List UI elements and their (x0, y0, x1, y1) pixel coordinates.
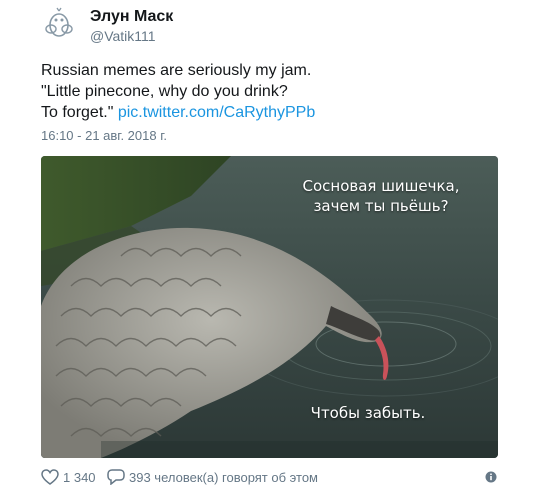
tweet-text-line-1: Russian memes are seriously my jam. (41, 62, 312, 79)
author-name[interactable]: Элун Маск (90, 8, 173, 26)
replies-text: 393 человек(а) говорят об этом (129, 469, 318, 485)
likes-count: 1 340 (63, 469, 96, 485)
tweet-timestamp[interactable]: 16:10 - 21 авг. 2018 г. (41, 128, 167, 143)
meme-caption-top: Сосновая шишечка, зачем ты пьёшь? (281, 176, 481, 216)
heart-icon (41, 469, 59, 485)
meme-caption-top-line1: Сосновая шишечка, (302, 177, 460, 195)
speech-bubble-icon (107, 469, 125, 485)
like-button[interactable]: 1 340 (41, 469, 96, 485)
media-link[interactable]: pic.twitter.com/CaRythyPPb (118, 104, 315, 121)
tweet-text-line-3-text: To forget." (41, 104, 114, 121)
meme-caption-top-line2: зачем ты пьёшь? (313, 197, 449, 215)
tweet-actions: 1 340 393 человек(а) говорят об этом (41, 469, 501, 489)
avatar[interactable] (41, 5, 79, 43)
author-handle[interactable]: @Vatik111 (90, 28, 156, 44)
tweet-text-line-2: "Little pinecone, why do you drink? (41, 83, 288, 100)
egg-avatar-icon (42, 6, 78, 42)
tweet-text-line-3: To forget." pic.twitter.com/CaRythyPPb (41, 102, 521, 123)
tweet-media-image[interactable]: Сосновая шишечка, зачем ты пьёшь? Чтобы … (41, 156, 498, 458)
reply-button[interactable]: 393 человек(а) говорят об этом (107, 469, 318, 485)
tweet-text: Russian memes are seriously my jam. "Lit… (41, 60, 521, 123)
info-icon[interactable] (485, 471, 497, 483)
meme-caption-bottom: Чтобы забыть. (310, 404, 426, 422)
